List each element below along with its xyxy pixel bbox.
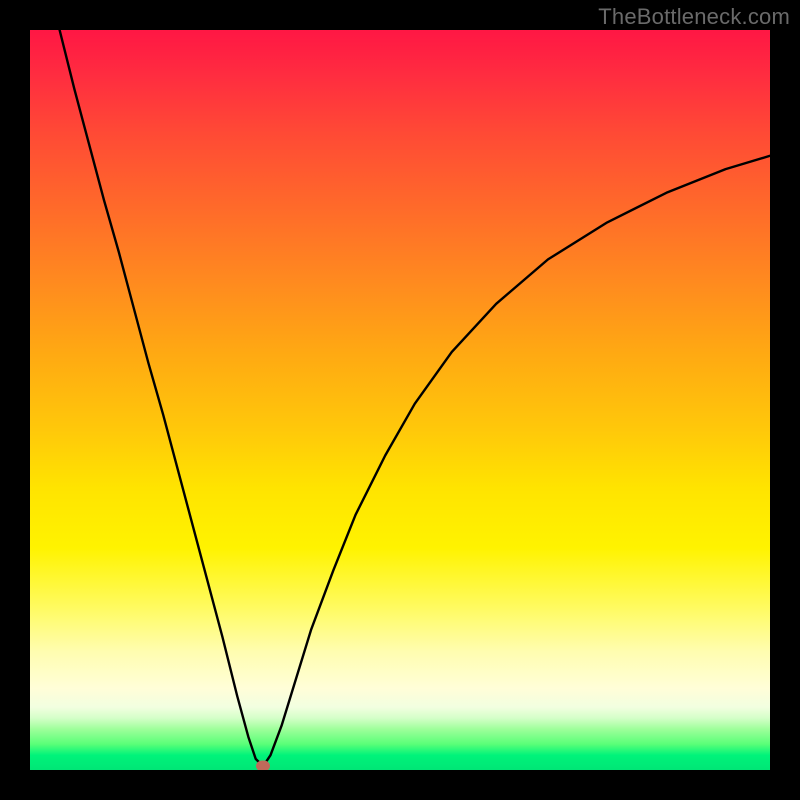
plot-area [30, 30, 770, 770]
optimal-point-marker [256, 761, 270, 770]
watermark-text: TheBottleneck.com [598, 4, 790, 30]
figure-frame: TheBottleneck.com [0, 0, 800, 800]
curve-svg [30, 30, 770, 770]
bottleneck-curve [60, 30, 770, 766]
